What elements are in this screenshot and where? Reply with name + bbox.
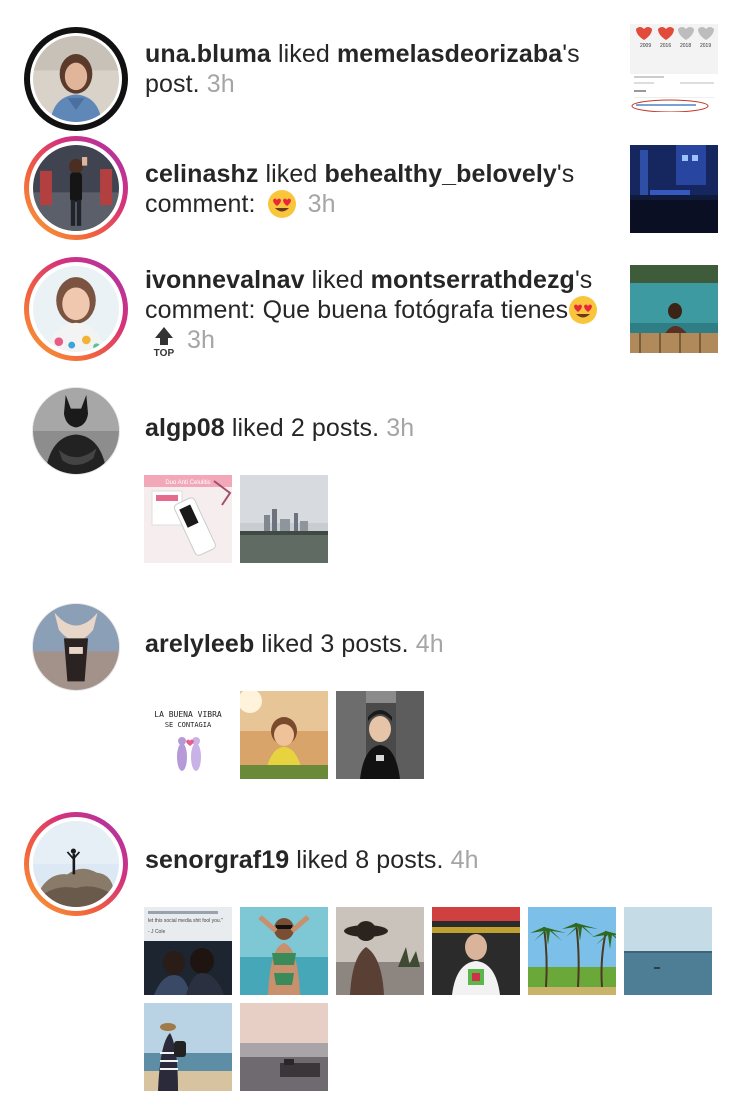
- action-text: liked 3 posts.: [261, 630, 409, 658]
- username-link[interactable]: senorgraf19: [145, 846, 289, 874]
- avatar[interactable]: [24, 812, 128, 916]
- top-arrow-icon: TOP: [149, 325, 179, 357]
- action-text: liked: [265, 160, 318, 188]
- heart-eyes-emoji: [568, 295, 598, 325]
- post-thumbnail[interactable]: [432, 907, 520, 995]
- action-text: liked 2 posts.: [231, 414, 380, 442]
- avatar[interactable]: [24, 136, 128, 240]
- action-text: liked 8 posts.: [296, 846, 444, 874]
- notification-text: algp08 liked 2 posts. 3h: [145, 413, 615, 443]
- notification-text: celinashz liked behealthy_belovely's com…: [145, 159, 615, 219]
- thumb-caption: LA BUENA VIBRA: [154, 710, 222, 719]
- post-thumbnail[interactable]: LA BUENA VIBRA SE CONTAGIA: [144, 691, 232, 779]
- thumb-year-label: 2016: [660, 43, 671, 49]
- thumb-year-label: 2019: [700, 43, 711, 49]
- username-link[interactable]: algp08: [145, 414, 225, 442]
- thumb-caption: SE CONTAGIA: [165, 721, 212, 729]
- post-thumbnail[interactable]: [240, 475, 328, 563]
- post-thumbnail[interactable]: [336, 907, 424, 995]
- post-thumbnail[interactable]: [630, 265, 718, 353]
- avatar[interactable]: [32, 387, 120, 475]
- post-thumbnail[interactable]: [528, 907, 616, 995]
- post-thumbnail[interactable]: let this social media shit fool you." - …: [144, 907, 232, 995]
- post-thumbnail[interactable]: 2009 2016 2018 2019: [630, 24, 718, 112]
- action-text: liked: [311, 266, 364, 294]
- avatar[interactable]: [24, 257, 128, 361]
- avatar[interactable]: [32, 603, 120, 691]
- username-link[interactable]: ivonnevalnav: [145, 266, 305, 294]
- top-label: TOP: [154, 348, 175, 357]
- post-thumbnail[interactable]: [240, 691, 328, 779]
- notification-text: una.bluma liked memelasdeorizaba's post.…: [145, 39, 615, 99]
- action-text: liked: [277, 40, 330, 68]
- timestamp: 3h: [307, 190, 336, 218]
- timestamp: 4h: [415, 630, 444, 658]
- thumb-year-label: 2018: [680, 43, 691, 49]
- post-thumbnail[interactable]: [240, 1003, 328, 1091]
- username-link[interactable]: una.bluma: [145, 40, 271, 68]
- username-link[interactable]: arelyleeb: [145, 630, 254, 658]
- timestamp: 3h: [386, 414, 415, 442]
- target-username-link[interactable]: behealthy_belovely: [324, 160, 556, 188]
- thumb-caption: Duo Anti Celulitis: [165, 480, 210, 486]
- thumb-caption: - J Cole: [148, 929, 165, 935]
- target-username-link[interactable]: memelasdeorizaba: [337, 40, 562, 68]
- username-link[interactable]: celinashz: [145, 160, 258, 188]
- notification-text: arelyleeb liked 3 posts. 4h: [145, 629, 615, 659]
- post-thumbnail[interactable]: [144, 1003, 232, 1091]
- post-thumbnail[interactable]: [624, 907, 712, 995]
- timestamp: 3h: [187, 326, 216, 354]
- post-thumbnail[interactable]: [630, 145, 718, 233]
- post-thumbnail[interactable]: Duo Anti Celulitis: [144, 475, 232, 563]
- notification-text: senorgraf19 liked 8 posts. 4h: [145, 845, 615, 875]
- post-thumbnail[interactable]: [336, 691, 424, 779]
- heart-eyes-emoji: [267, 189, 297, 219]
- timestamp: 3h: [206, 70, 235, 98]
- thumb-year-label: 2009: [640, 43, 651, 49]
- notification-text: ivonnevalnav liked montserrathdezg's com…: [145, 265, 615, 357]
- avatar[interactable]: [24, 27, 128, 131]
- timestamp: 4h: [450, 846, 479, 874]
- post-thumbnail[interactable]: [240, 907, 328, 995]
- target-username-link[interactable]: montserrathdezg: [371, 266, 575, 294]
- thumb-caption: let this social media shit fool you.": [148, 918, 223, 924]
